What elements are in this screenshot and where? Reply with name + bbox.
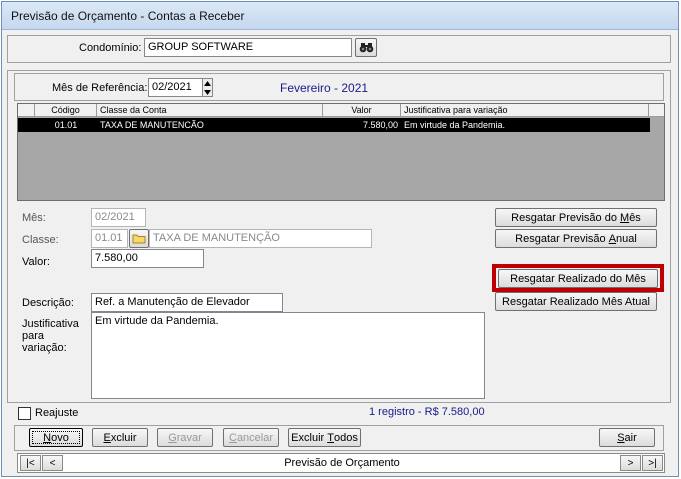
valor-field[interactable]: 7.580,00: [91, 249, 204, 268]
justificativa-label-line3: variação:: [22, 342, 67, 354]
referencia-field[interactable]: 02/2021: [148, 78, 203, 97]
descricao-field[interactable]: Ref. a Manutenção de Elevador: [91, 293, 283, 312]
resgatar-previsao-mes-label: Resgatar Previsão do: [511, 211, 621, 224]
resgatar-previsao-mes-label-end: ês: [629, 211, 641, 224]
resgatar-previsao-mes-accel: M: [620, 211, 630, 224]
gravar-button[interactable]: Gravar: [157, 428, 213, 447]
window-title: Previsão de Orçamento - Contas a Receber: [11, 9, 245, 23]
classe-label: Classe:: [22, 234, 59, 246]
justificativa-textarea[interactable]: Em virtude da Pandemia.: [91, 312, 485, 399]
gravar-accel: G: [168, 431, 177, 444]
referencia-month-name: Fevereiro - 2021: [280, 81, 369, 95]
reajuste-label: Reajuste: [35, 407, 79, 419]
excluir-todos-button[interactable]: Excluir Todos: [288, 428, 361, 447]
grid-header-filler: [649, 104, 664, 117]
excluir-todos-label-end: odos: [333, 431, 358, 444]
resgatar-previsao-anual-button[interactable]: Resgatar Previsão Anual: [495, 229, 657, 248]
condominio-label: Condomínio:: [79, 42, 142, 54]
binoculars-icon: [359, 43, 373, 53]
descricao-label: Descrição:: [22, 297, 74, 309]
sair-button[interactable]: Sair: [599, 428, 655, 447]
sair-label: air: [624, 431, 637, 444]
excluir-accel: E: [103, 431, 111, 444]
spinner-down-icon: [204, 90, 211, 95]
main-window: Previsão de Orçamento - Contas a Receber…: [1, 1, 679, 477]
justificativa-label-line1: Justificativa: [22, 318, 79, 330]
cancelar-button[interactable]: Cancelar: [223, 428, 279, 447]
justificativa-label-line2: para: [22, 330, 45, 342]
resgatar-previsao-mes-button[interactable]: Resgatar Previsão do Mês: [495, 208, 657, 227]
summary-text: 1 registro - R$ 7.580,00: [369, 406, 485, 418]
grid-indicator-header: [18, 104, 35, 117]
grid-header-justificativa[interactable]: Justificativa para variação: [401, 104, 649, 117]
cancelar-accel: C: [228, 431, 237, 444]
mes-field: 02/2021: [91, 208, 146, 227]
previsao-grid[interactable]: Código Classe da Conta Valor Justificati…: [17, 103, 665, 201]
referencia-spinner[interactable]: [202, 78, 213, 97]
resgatar-previsao-anual-label-end: nual: [616, 232, 637, 245]
resgatar-realizado-mes-atual-label: Resgatar Realizado Mês Atual: [502, 295, 650, 308]
grid-header-valor[interactable]: Valor: [323, 104, 401, 117]
grid-cell-valor: 7.580,00: [362, 120, 398, 130]
resgatar-previsao-anual-accel: A: [608, 232, 617, 245]
last-record-button[interactable]: >|: [642, 455, 663, 471]
classe-name-field: TAXA DE MANUTENÇÃO: [149, 229, 372, 248]
grid-header-codigo[interactable]: Código: [35, 104, 97, 117]
navigator-label: Previsão de Orçamento: [284, 457, 400, 469]
record-navigator: |< < Previsão de Orçamento > >|: [17, 453, 665, 473]
classe-lookup-button[interactable]: [129, 229, 149, 248]
grid-cell-justificativa: Em virtude da Pandemia.: [404, 120, 506, 130]
classe-code-field: 01.01: [91, 229, 128, 248]
cancelar-label: ancelar: [236, 431, 274, 444]
novo-accel: N: [43, 431, 52, 444]
sair-accel: S: [617, 431, 625, 444]
spinner-up-icon: [204, 81, 211, 86]
excluir-button[interactable]: Excluir: [92, 428, 148, 447]
gravar-label: ravar: [176, 431, 202, 444]
resgatar-previsao-anual-label: Resgatar Previsão: [515, 232, 609, 245]
resgatar-realizado-mes-atual-button[interactable]: Resgatar Realizado Mês Atual: [495, 292, 657, 311]
referencia-label: Mês de Referência:: [52, 82, 148, 94]
title-bar: Previsão de Orçamento - Contas a Receber: [2, 2, 678, 30]
novo-label: ovo: [51, 431, 69, 444]
reajuste-checkbox[interactable]: [18, 407, 31, 420]
condominio-search-button[interactable]: [355, 38, 377, 57]
novo-button[interactable]: Novo: [29, 428, 83, 447]
excluir-todos-label: Excluir: [291, 431, 328, 444]
highlight-box: [492, 264, 664, 292]
grid-cell-codigo: 01.01: [54, 120, 78, 130]
next-record-button[interactable]: >: [620, 455, 641, 471]
grid-cell-classe: TAXA DE MANUTENCÃO: [100, 120, 204, 130]
condominio-field[interactable]: GROUP SOFTWARE: [144, 38, 352, 57]
folder-icon: [132, 234, 146, 244]
grid-header-classe[interactable]: Classe da Conta: [97, 104, 323, 117]
table-row[interactable]: 01.01 TAXA DE MANUTENCÃO 7.580,00 Em vir…: [18, 118, 650, 132]
valor-label: Valor:: [22, 256, 50, 268]
mes-label: Mês:: [22, 212, 46, 224]
excluir-todos-accel: T: [327, 431, 334, 444]
excluir-label: xcluir: [110, 431, 137, 444]
